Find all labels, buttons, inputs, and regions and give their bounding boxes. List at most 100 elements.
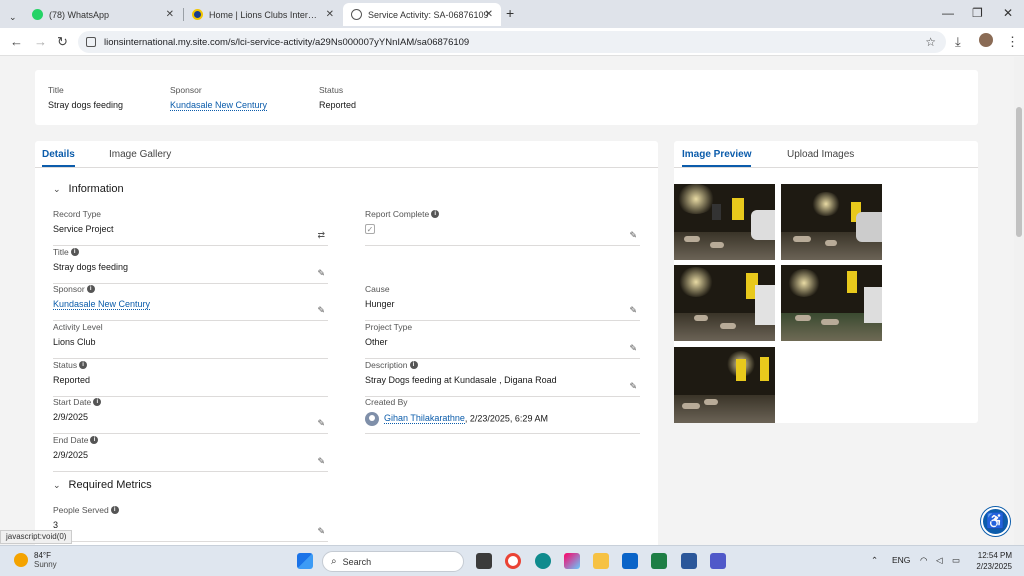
excel-icon[interactable] xyxy=(651,553,667,569)
page-scrollbar[interactable] xyxy=(1014,57,1024,545)
field-start-date: Start Date i 2/9/2025 ✎ xyxy=(53,397,328,434)
close-tab-icon[interactable]: ✕ xyxy=(166,9,174,20)
field-activity-level: Activity Level Lions Club xyxy=(53,322,328,359)
edit-start-date-pencil-icon[interactable]: ✎ xyxy=(317,418,325,429)
edit-sponsor-pencil-icon[interactable]: ✎ xyxy=(317,305,325,316)
gallery-image[interactable] xyxy=(674,265,775,341)
chrome-icon[interactable] xyxy=(505,553,521,569)
wifi-icon[interactable]: ◠ xyxy=(920,555,927,566)
tab-list-button[interactable]: ⌄ xyxy=(4,6,22,29)
gallery-image[interactable] xyxy=(674,347,775,423)
tab-image-gallery[interactable]: Image Gallery xyxy=(109,149,171,165)
teams-icon[interactable] xyxy=(710,553,726,569)
tab-details[interactable]: Details xyxy=(42,149,75,167)
edit-end-date-pencil-icon[interactable]: ✎ xyxy=(317,456,325,467)
chevron-down-icon: ⌄ xyxy=(53,183,61,194)
user-avatar xyxy=(365,412,379,426)
tab-lions-home[interactable]: Home | Lions Clubs Internation... ✕ xyxy=(184,3,342,26)
taskbar-clock[interactable]: 12:54 PM 2/23/2025 xyxy=(968,550,1012,572)
edit-report-complete-pencil-icon[interactable]: ✎ xyxy=(629,230,637,241)
created-by-link[interactable]: Gihan Thilakarathne xyxy=(384,413,465,425)
word-icon[interactable] xyxy=(681,553,697,569)
close-window-button[interactable]: ✕ xyxy=(1003,6,1013,20)
information-section-toggle[interactable]: ⌄ Information xyxy=(53,183,124,195)
scrollbar-thumb[interactable] xyxy=(1016,107,1022,237)
edit-description-pencil-icon[interactable]: ✎ xyxy=(629,381,637,392)
image-tabs: Image Preview Upload Images xyxy=(674,141,978,168)
header-title-label: Title xyxy=(48,85,64,95)
gallery-image[interactable] xyxy=(781,184,882,260)
file-explorer-icon[interactable] xyxy=(593,553,609,569)
taskbar-search[interactable]: ⌕ Search xyxy=(322,551,464,572)
task-view-icon[interactable] xyxy=(476,553,492,569)
copilot-icon[interactable] xyxy=(564,553,580,569)
page-content: Title Stray dogs feeding Sponsor Kundasa… xyxy=(0,57,1024,545)
sun-icon xyxy=(14,553,28,567)
battery-icon[interactable]: ▭ xyxy=(952,555,960,566)
outlook-icon[interactable] xyxy=(622,553,638,569)
field-people-served: People Served i 3 ✎ xyxy=(53,505,328,542)
reload-icon[interactable]: ↻ xyxy=(57,35,68,48)
search-icon: ⌕ xyxy=(331,556,337,567)
volume-icon[interactable]: ◁ xyxy=(936,555,943,566)
info-icon[interactable]: i xyxy=(86,285,95,293)
chevron-up-icon[interactable]: ⌃ xyxy=(871,555,878,566)
gallery-image[interactable] xyxy=(781,265,882,341)
close-tab-icon[interactable]: ✕ xyxy=(485,9,493,20)
minimize-button[interactable]: — xyxy=(942,6,954,20)
forward-icon[interactable]: → xyxy=(34,35,47,48)
windows-taskbar: 84°F Sunny ⌕ Search ⌃ ENG ◠ ◁ ▭ 12:54 PM… xyxy=(0,545,1024,576)
restore-button[interactable]: ❐ xyxy=(972,6,983,20)
whatsapp-icon xyxy=(32,9,43,20)
site-info-icon[interactable] xyxy=(86,37,96,47)
menu-kebab-icon[interactable]: ⋮ xyxy=(1006,35,1019,48)
info-icon[interactable]: i xyxy=(431,210,440,218)
bookmark-star-icon[interactable]: ☆ xyxy=(925,35,936,49)
language-indicator[interactable]: ENG xyxy=(892,555,910,565)
sponsor-link[interactable]: Kundasale New Century xyxy=(53,299,151,310)
chevron-down-icon: ⌄ xyxy=(9,12,17,22)
report-complete-checkbox: ✓ xyxy=(365,224,375,234)
field-title: Title i Stray dogs feeding ✎ xyxy=(53,247,328,284)
info-icon[interactable]: i xyxy=(93,398,102,406)
created-by-date: , 2/23/2025, 6:29 AM xyxy=(464,413,548,424)
gallery-image[interactable] xyxy=(674,184,775,260)
field-record-type: Record Type Service Project ⇄ xyxy=(53,209,328,246)
tab-image-preview[interactable]: Image Preview xyxy=(682,149,752,167)
link-status-tooltip: javascript:void(0) xyxy=(0,530,73,544)
field-description: Description i Stray Dogs feeding at Kunda… xyxy=(365,360,640,397)
field-status: Status i Reported xyxy=(53,360,328,397)
info-icon[interactable]: i xyxy=(90,436,99,444)
back-icon[interactable]: ← xyxy=(10,35,23,48)
info-icon[interactable]: i xyxy=(70,248,79,256)
tab-upload-images[interactable]: Upload Images xyxy=(787,149,854,165)
field-report-complete: Report Complete i ✓ ✎ xyxy=(365,209,640,246)
new-tab-button[interactable]: + xyxy=(506,5,514,21)
edit-project-type-pencil-icon[interactable]: ✎ xyxy=(629,343,637,354)
info-icon[interactable]: i xyxy=(110,506,119,514)
tab-service-activity[interactable]: Service Activity: SA-06876109 ✕ xyxy=(343,3,501,26)
edit-people-served-pencil-icon[interactable]: ✎ xyxy=(317,526,325,537)
field-end-date: End Date i 2/9/2025 ✎ xyxy=(53,435,328,472)
weather-widget[interactable]: 84°F Sunny xyxy=(14,551,57,569)
close-tab-icon[interactable]: ✕ xyxy=(326,9,334,20)
url-input[interactable]: lionsinternational.my.site.com/s/lci-ser… xyxy=(78,31,946,53)
edit-title-pencil-icon[interactable]: ✎ xyxy=(317,268,325,279)
details-card: Details Image Gallery ⌄ Information Reco… xyxy=(35,141,658,545)
field-cause: Cause Hunger ✎ xyxy=(365,284,640,321)
edit-cause-pencil-icon[interactable]: ✎ xyxy=(629,305,637,316)
required-metrics-section-toggle[interactable]: ⌄ Required Metrics xyxy=(53,479,152,491)
change-record-type-icon[interactable]: ⇄ xyxy=(317,230,325,241)
tab-whatsapp[interactable]: (78) WhatsApp ✕ xyxy=(24,3,182,26)
details-tabs: Details Image Gallery xyxy=(35,141,658,168)
profile-avatar[interactable] xyxy=(979,33,993,47)
edge-icon[interactable] xyxy=(535,553,551,569)
download-icon[interactable]: ⤓ xyxy=(955,35,961,48)
accessibility-button[interactable]: ♿ xyxy=(981,507,1010,536)
info-icon[interactable]: i xyxy=(79,361,88,369)
header-sponsor-link[interactable]: Kundasale New Century xyxy=(170,100,268,111)
info-icon[interactable]: i xyxy=(409,361,418,369)
windows-start-icon[interactable] xyxy=(297,553,313,569)
chevron-down-icon: ⌄ xyxy=(53,479,61,490)
browser-tab-bar: ⌄ (78) WhatsApp ✕ Home | Lions Clubs Int… xyxy=(0,0,1024,28)
